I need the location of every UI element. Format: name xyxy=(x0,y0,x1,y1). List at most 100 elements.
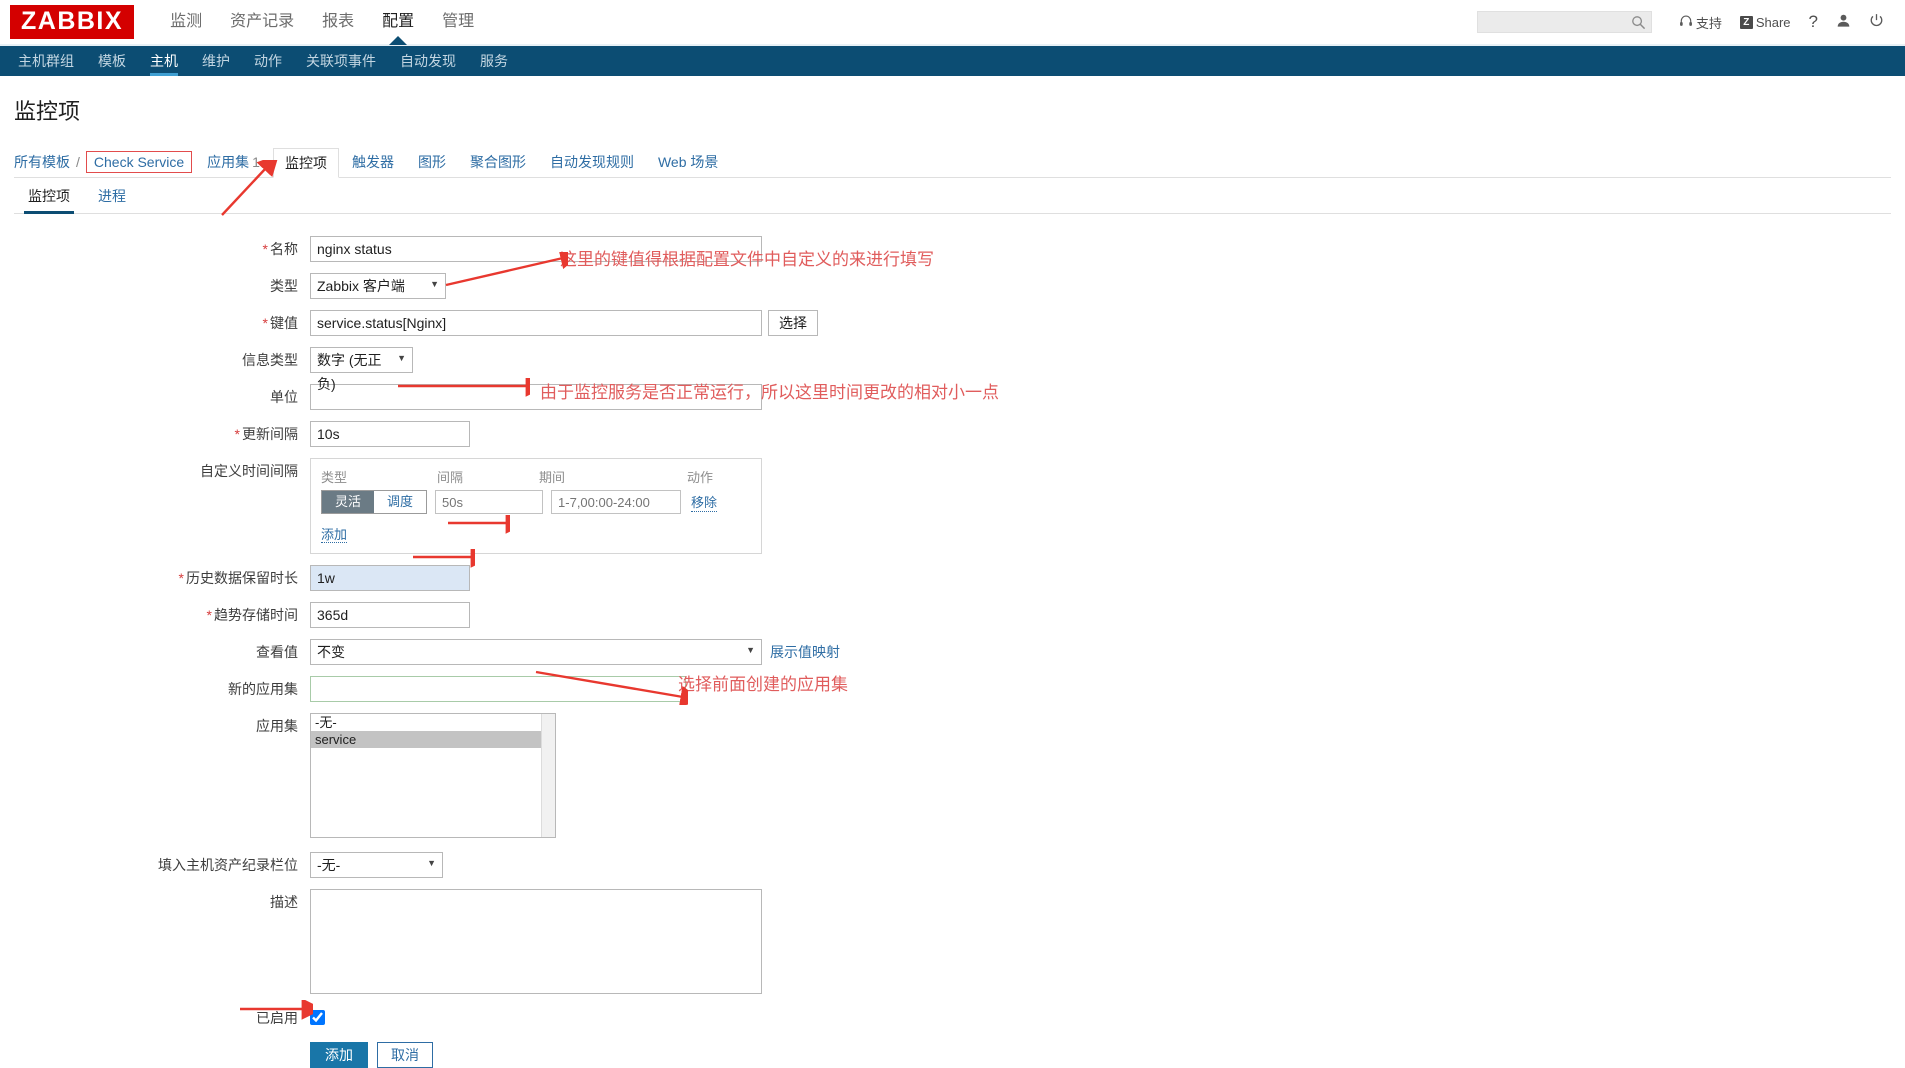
entity-tab-triggers[interactable]: 触发器 xyxy=(341,148,405,176)
search-icon[interactable] xyxy=(1631,15,1646,34)
label-enabled: 已启用 xyxy=(14,1005,310,1031)
label-type: 类型 xyxy=(14,273,310,299)
subnav-item-correlation[interactable]: 关联项事件 xyxy=(294,46,388,76)
custom-interval-input[interactable] xyxy=(435,490,543,514)
page-body: 监控项 所有模板 / Check Service 应用集1 监控项 触发器 图形… xyxy=(0,94,1905,1068)
required-marker: * xyxy=(207,607,212,623)
subnav-item-hostgroups[interactable]: 主机群组 xyxy=(6,46,86,76)
form-row-host-inventory: 填入主机资产纪录栏位 -无- xyxy=(14,852,1891,878)
breadcrumb-all-templates[interactable]: 所有模板 xyxy=(14,152,70,172)
app-header: ZABBIX 监测 资产记录 报表 配置 管理 支持 Z Share ? xyxy=(0,0,1905,44)
form-row-custom-intervals: 自定义时间间隔 类型 间隔 期间 动作 灵活 调度 xyxy=(14,458,1891,554)
col-header-action: 动作 xyxy=(687,467,713,486)
menu-item-administration[interactable]: 管理 xyxy=(428,0,488,44)
subnav-item-actions[interactable]: 动作 xyxy=(242,46,294,76)
add-button[interactable]: 添加 xyxy=(310,1042,368,1068)
add-interval-link[interactable]: 添加 xyxy=(321,527,347,543)
application-option-none[interactable]: -无- xyxy=(311,714,555,731)
user-profile-button[interactable] xyxy=(1827,13,1860,31)
entity-tab-applications[interactable]: 应用集1 xyxy=(196,148,271,176)
custom-period-input[interactable] xyxy=(551,490,681,514)
key-select-button[interactable]: 选择 xyxy=(768,310,818,336)
form-row-new-application: 新的应用集 xyxy=(14,676,1891,702)
zabbix-logo[interactable]: ZABBIX xyxy=(10,5,134,39)
tab-preprocessing[interactable]: 进程 xyxy=(84,180,140,214)
required-marker: * xyxy=(179,570,184,586)
subnav-item-maintenance[interactable]: 维护 xyxy=(190,46,242,76)
entity-tab-items[interactable]: 监控项 xyxy=(273,148,339,178)
entity-tab-screens[interactable]: 聚合图形 xyxy=(459,148,537,176)
form-row-value-map: 查看值 不变 展示值映射 xyxy=(14,639,1891,665)
custom-interval-row: 灵活 调度 移除 xyxy=(321,490,751,514)
entity-tab-discovery-rules[interactable]: 自动发现规则 xyxy=(539,148,645,176)
subnav-item-services[interactable]: 服务 xyxy=(468,46,520,76)
support-button[interactable]: 支持 xyxy=(1670,13,1731,32)
applications-scrollbar[interactable] xyxy=(541,714,555,837)
history-input[interactable] xyxy=(310,565,470,591)
subnav-item-hosts[interactable]: 主机 xyxy=(138,46,190,76)
application-option-service[interactable]: service xyxy=(311,731,555,748)
interval-type-toggle[interactable]: 灵活 调度 xyxy=(321,490,427,514)
interval-type-flexible[interactable]: 灵活 xyxy=(322,491,374,513)
description-textarea[interactable] xyxy=(310,889,762,994)
applications-listbox[interactable]: -无- service xyxy=(310,713,556,838)
breadcrumb-separator: / xyxy=(76,154,80,170)
type-select[interactable]: Zabbix 客户端 xyxy=(310,273,446,299)
search-box[interactable] xyxy=(1477,11,1652,33)
form-row-enabled: 已启用 xyxy=(14,1005,1891,1031)
main-menu: 监测 资产记录 报表 配置 管理 xyxy=(156,0,488,44)
type-select-wrapper: Zabbix 客户端 xyxy=(310,273,446,299)
annotation-note-interval: 由于监控服务是否正常运行，所以这里时间更改的相对小一点 xyxy=(540,378,999,403)
menu-item-reports[interactable]: 报表 xyxy=(308,0,368,44)
share-icon: Z xyxy=(1740,16,1753,29)
host-inventory-select[interactable]: -无- xyxy=(310,852,443,878)
show-value-mappings-link[interactable]: 展示值映射 xyxy=(770,639,840,665)
entity-tab-web-scenarios[interactable]: Web 场景 xyxy=(647,148,729,176)
enabled-checkbox[interactable] xyxy=(310,1010,325,1025)
value-map-select[interactable]: 不变 xyxy=(310,639,762,665)
remove-interval-link[interactable]: 移除 xyxy=(691,492,717,512)
support-label: 支持 xyxy=(1696,13,1722,32)
help-button[interactable]: ? xyxy=(1800,12,1827,32)
search-input[interactable] xyxy=(1478,12,1651,32)
form-row-key: *键值 选择 xyxy=(14,310,1891,336)
trends-input[interactable] xyxy=(310,602,470,628)
cancel-button[interactable]: 取消 xyxy=(377,1042,433,1068)
menu-item-inventory[interactable]: 资产记录 xyxy=(216,0,308,44)
menu-item-monitoring[interactable]: 监测 xyxy=(156,0,216,44)
menu-item-configuration[interactable]: 配置 xyxy=(368,0,428,44)
form-row-trends: *趋势存储时间 xyxy=(14,602,1891,628)
form-row-actions: 添加 取消 xyxy=(14,1042,1891,1068)
help-icon: ? xyxy=(1809,12,1818,32)
key-input[interactable] xyxy=(310,310,762,336)
item-form: *名称 类型 Zabbix 客户端 *键值 选择 信息类型 xyxy=(14,236,1891,1068)
label-host-inventory: 填入主机资产纪录栏位 xyxy=(14,852,310,878)
annotation-note-application: 选择前面创建的应用集 xyxy=(678,670,848,695)
custom-intervals-header: 类型 间隔 期间 动作 xyxy=(321,467,751,486)
label-value-map: 查看值 xyxy=(14,639,310,665)
col-header-interval: 间隔 xyxy=(437,467,539,486)
share-label: Share xyxy=(1756,15,1791,30)
form-row-description: 描述 xyxy=(14,889,1891,994)
share-button[interactable]: Z Share xyxy=(1731,15,1800,30)
headset-icon xyxy=(1679,14,1693,31)
update-interval-input[interactable] xyxy=(310,421,470,447)
col-header-type: 类型 xyxy=(321,467,437,486)
col-header-period: 期间 xyxy=(539,467,687,486)
new-application-input[interactable] xyxy=(310,676,686,702)
subnav-item-discovery[interactable]: 自动发现 xyxy=(388,46,468,76)
breadcrumb-current-host[interactable]: Check Service xyxy=(86,151,192,173)
label-value-type: 信息类型 xyxy=(14,347,310,373)
tab-item[interactable]: 监控项 xyxy=(14,180,84,214)
form-tabs: 监控项 进程 xyxy=(14,180,1891,214)
label-description: 描述 xyxy=(14,889,310,915)
label-custom-intervals: 自定义时间间隔 xyxy=(14,458,310,484)
required-marker: * xyxy=(263,241,268,257)
subnav-item-templates[interactable]: 模板 xyxy=(86,46,138,76)
entity-tab-graphs[interactable]: 图形 xyxy=(407,148,457,176)
required-marker: * xyxy=(235,426,240,442)
value-type-select-wrapper: 数字 (无正负) xyxy=(310,347,413,373)
value-type-select[interactable]: 数字 (无正负) xyxy=(310,347,413,373)
interval-type-scheduling[interactable]: 调度 xyxy=(374,491,426,513)
logout-button[interactable] xyxy=(1860,13,1893,31)
